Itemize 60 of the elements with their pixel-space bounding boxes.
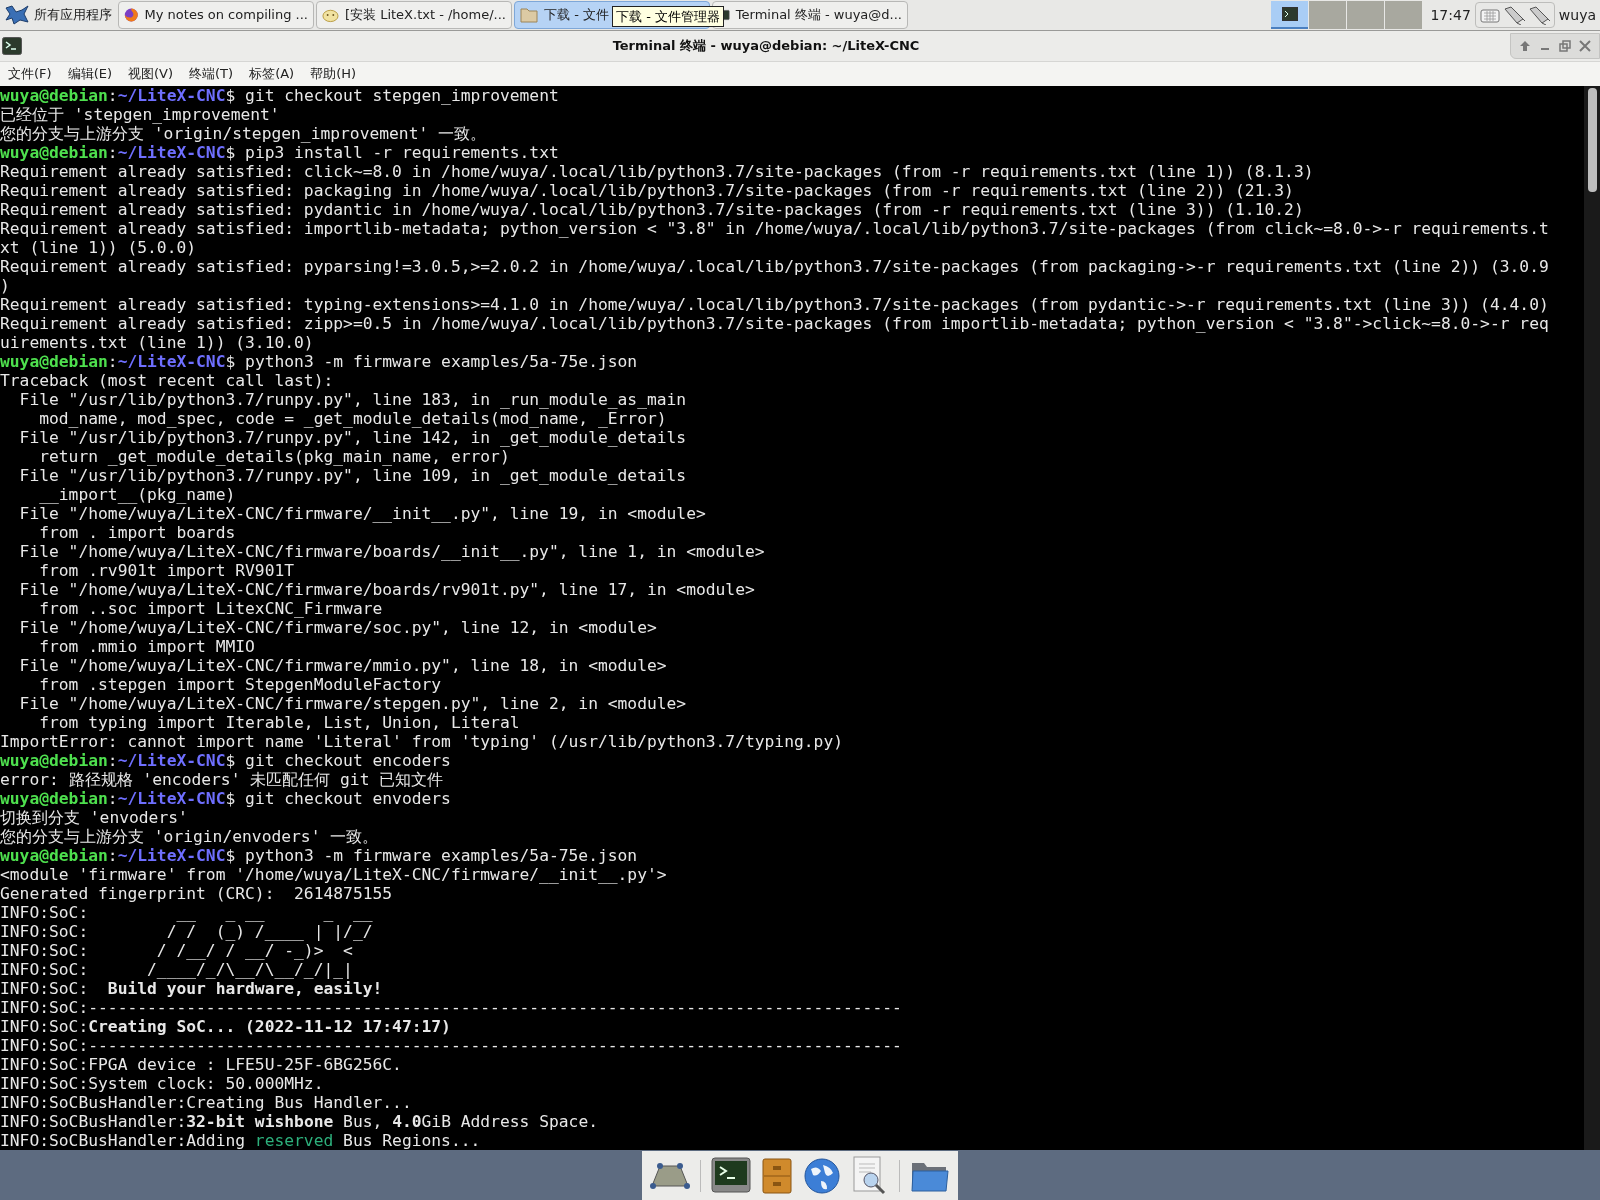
terminal-line: Requirement already satisfied: typing-extensions>=4.1.0 in /home/wuya/.local/lib/python3.7/site-packages (from pydantic->-r requirements.txt (line 3)) (4.4.0) [0,295,1549,314]
terminal-line: ) [0,276,10,295]
terminal-line: __import__(pkg_name) [38,485,236,504]
terminal-line: <module 'firmware' from '/home/wuya/LiteX-CNC/firmware/__init__.py'> [0,865,667,884]
terminal-line: Requirement already satisfied: pydantic in /home/wuya/.local/lib/python3.7/site-packages (from -r requirements.txt (line 3)) (1.10.2) [0,200,1304,219]
terminal-line: from . import boards [38,523,236,542]
terminal-line: xt (line 1)) (5.0.0) [0,238,197,257]
terminal-line: 切换到分支 'envoders' [0,808,188,827]
terminal-line: INFO:SoC:----------------------------------------------------------------------------------- [0,1036,902,1055]
terminal-line: INFO:SoC:System clock: 50.000MHz. [0,1074,324,1093]
terminal-line: error: 路径规格 'encoders' 未匹配任何 git 已知文件 [0,770,444,789]
terminal-line: File "/usr/lib/python3.7/runpy.py", line 183, in _run_module_as_main [18,390,687,409]
terminal-line: Generated fingerprint (CRC): 2614875155 [0,884,393,903]
terminal-line: from .rv901t import RV901T [38,561,295,580]
terminal-line: 您的分支与上游分支 'origin/stepgen_improvement' 一致。 [0,124,487,143]
terminal-line: File "/home/wuya/LiteX-CNC/firmware/mmio.py", line 18, in <module> [18,656,667,675]
terminal-line: File "/home/wuya/LiteX-CNC/firmware/__init__.py", line 19, in <module> [18,504,706,523]
terminal-line: INFO:SoC: __ _ __ _ __ [0,903,373,922]
terminal-line: File "/home/wuya/LiteX-CNC/firmware/boards/__init__.py", line 1, in <module> [18,542,765,561]
terminal-line: return _get_module_details(pkg_main_name, error) [38,447,510,466]
terminal-line: wuya@debian:~/LiteX-CNC$ python3 -m firmware examples/5a-75e.json [0,352,638,371]
terminal-line: 您的分支与上游分支 'origin/envoders' 一致。 [0,827,379,846]
tooltip: 下载 - 文件管理器 [612,6,724,27]
terminal-line: uirements.txt (line 1)) (3.10.0) [0,333,314,352]
terminal-line: Traceback (most recent call last): [0,371,334,390]
terminal-line: INFO:SoC:FPGA device : LFE5U-25F-6BG256C. [0,1055,402,1074]
terminal-line: wuya@debian:~/LiteX-CNC$ git checkout envoders [0,789,451,808]
terminal-line: Requirement already satisfied: packaging in /home/wuya/.local/lib/python3.7/site-packages (from -r requirements.txt (line 2)) (21.3) [0,181,1294,200]
terminal-line: INFO:SoC: /____/_/\__/\__/_/|_| [0,960,353,979]
terminal-line: Requirement already satisfied: importlib-metadata; python_version < "3.8" in /home/wuya/.local/lib/python3.7/site-packages (from click~=8.0->-r requirements.t [0,219,1549,238]
terminal-line: File "/home/wuya/LiteX-CNC/firmware/soc.py", line 12, in <module> [18,618,657,637]
terminal-line: File "/home/wuya/LiteX-CNC/firmware/stepgen.py", line 2, in <module> [18,694,687,713]
terminal-line: INFO:SoCBusHandler:Creating Bus Handler... [0,1093,412,1112]
terminal-line: from .stepgen import StepgenModuleFactory [38,675,442,694]
terminal-line: Requirement already satisfied: click~=8.0 in /home/wuya/.local/lib/python3.7/site-packages (from -r requirements.txt (line 1)) (8.1.3) [0,162,1314,181]
terminal-line: wuya@debian:~/LiteX-CNC$ git checkout stepgen_improvement [0,86,559,105]
terminal-line: Requirement already satisfied: zipp>=0.5 in /home/wuya/.local/lib/python3.7/site-packages (from importlib-metadata; python_version < "3.8"->click~=8.0->-r req [0,314,1549,333]
terminal-line: 已经位于 'stepgen_improvement' [0,105,280,124]
terminal-line: INFO:SoC: / / (_) /____ | |/_/ [0,922,373,941]
terminal-line: from ..soc import LitexCNC_Firmware [38,599,383,618]
terminal-line: INFO:SoC: Build your hardware, easily! [0,979,383,998]
terminal-line: from typing import Iterable, List, Union, Literal [38,713,520,732]
terminal-line: File "/usr/lib/python3.7/runpy.py", line 109, in _get_module_details [18,466,687,485]
terminal-line: INFO:SoC: / /__/ / __/ -_)> < [0,941,353,960]
terminal-line: wuya@debian:~/LiteX-CNC$ git checkout encoders [0,751,451,770]
terminal-line: File "/usr/lib/python3.7/runpy.py", line 142, in _get_module_details [18,428,687,447]
terminal-line: mod_name, mod_spec, code = _get_module_details(mod_name, _Error) [38,409,667,428]
terminal-line: Requirement already satisfied: pyparsing!=3.0.5,>=2.0.2 in /home/wuya/.local/lib/python3.7/site-packages (from packaging->-r requirements.txt (line 2)) (3.0.9 [0,257,1549,276]
terminal-line: wuya@debian:~/LiteX-CNC$ python3 -m firmware examples/5a-75e.json [0,846,638,865]
terminal-line: INFO:SoC:----------------------------------------------------------------------------------- [0,998,902,1017]
window-title: Terminal 终端 - wuya@debian: ~/LiteX-CNC [612,37,920,56]
terminal-line: INFO:SoCBusHandler:Adding reserved Bus Regions... [0,1131,481,1150]
terminal-line: wuya@debian:~/LiteX-CNC$ pip3 install -r requirements.txt [0,143,559,162]
menu-label: 所有应用程序 [34,6,112,25]
clock: 17:47 [1429,5,1472,25]
terminal-line: File "/home/wuya/LiteX-CNC/firmware/boards/rv901t.py", line 17, in <module> [18,580,755,599]
terminal-line: INFO:SoC:Creating SoC... (2022-11-12 17:47:17) [0,1017,451,1036]
terminal-line: INFO:SoCBusHandler:32-bit wishbone Bus, 4.0GiB Address Space. [0,1112,598,1131]
terminal-line: ImportError: cannot import name 'Literal' from 'typing' (/usr/lib/python3.7/typing.py) [0,732,843,751]
terminal-line: from .mmio import MMIO [38,637,255,656]
